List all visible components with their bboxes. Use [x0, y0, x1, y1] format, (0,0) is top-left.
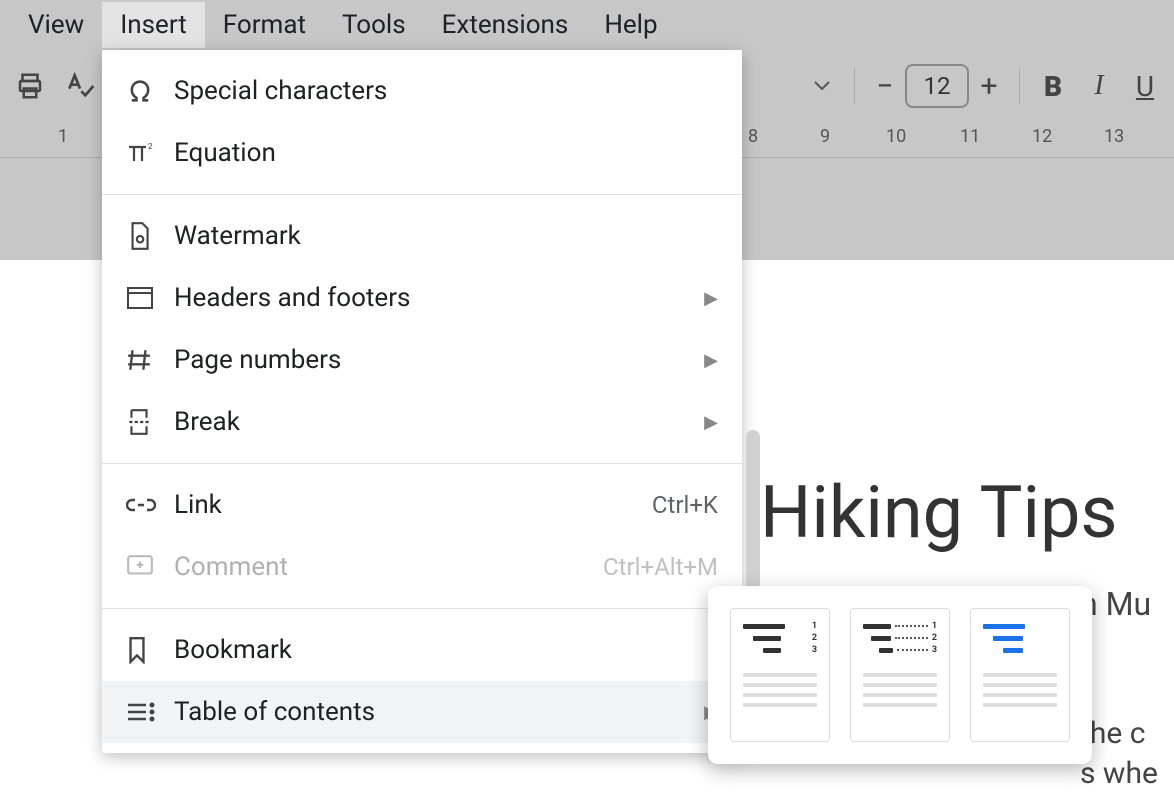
hash-icon	[126, 347, 174, 373]
svg-text:2: 2	[148, 142, 153, 151]
menubar: View Insert Format Tools Extensions Help	[0, 0, 1174, 50]
menu-label: Link	[174, 490, 652, 520]
menu-extensions[interactable]: Extensions	[424, 2, 587, 48]
menu-item-bookmark[interactable]: Bookmark	[102, 619, 742, 681]
separator	[1019, 68, 1020, 104]
menu-item-table-of-contents[interactable]: Table of contents ▶	[102, 681, 742, 743]
menu-insert[interactable]: Insert	[102, 2, 205, 48]
ruler-number: 11	[960, 126, 980, 147]
print-icon[interactable]	[8, 64, 52, 108]
ruler-number: 9	[820, 126, 830, 147]
menu-label: Headers and footers	[174, 283, 704, 313]
font-size-input[interactable]: 12	[905, 64, 969, 108]
link-icon	[126, 495, 174, 515]
submenu-arrow-icon: ▶	[704, 288, 718, 309]
bookmark-icon	[126, 636, 174, 664]
menu-item-break[interactable]: Break ▶	[102, 391, 742, 453]
ruler-number: 13	[1104, 126, 1124, 147]
menu-divider	[102, 608, 742, 609]
document-title-text: Hiking Tips	[760, 470, 1118, 555]
pi-icon: 2	[126, 139, 174, 167]
header-footer-icon	[126, 286, 174, 310]
watermark-icon	[126, 221, 174, 251]
menu-label: Break	[174, 407, 704, 437]
dropdown-caret-icon[interactable]	[800, 64, 844, 108]
menu-divider	[102, 194, 742, 195]
font-size-increase[interactable]: +	[969, 69, 1009, 104]
menu-item-equation[interactable]: 2 Equation	[102, 122, 742, 184]
ruler-number: 10	[886, 126, 906, 147]
menu-item-comment: Comment Ctrl+Alt+M	[102, 536, 742, 598]
menu-item-page-numbers[interactable]: Page numbers ▶	[102, 329, 742, 391]
omega-icon	[126, 77, 174, 105]
menu-item-headers-footers[interactable]: Headers and footers ▶	[102, 267, 742, 329]
dropdown-scrollbar[interactable]	[746, 430, 760, 590]
submenu-arrow-icon: ▶	[704, 350, 718, 371]
submenu-arrow-icon: ▶	[704, 412, 718, 433]
menu-label: Watermark	[174, 221, 718, 251]
menu-divider	[102, 463, 742, 464]
menu-help[interactable]: Help	[586, 2, 675, 48]
separator	[854, 68, 855, 104]
menu-shortcut: Ctrl+K	[652, 491, 718, 519]
menu-item-watermark[interactable]: Watermark	[102, 205, 742, 267]
comment-icon	[126, 554, 174, 580]
menu-label: Special characters	[174, 76, 718, 106]
menu-label: Comment	[174, 552, 603, 582]
toc-option-blue-links[interactable]	[970, 608, 1070, 742]
font-size-decrease[interactable]: −	[865, 69, 905, 104]
document-body-text: s whe	[1080, 756, 1158, 791]
page-break-icon	[126, 408, 174, 436]
bold-button[interactable]: B	[1030, 70, 1076, 103]
menu-tools[interactable]: Tools	[324, 2, 424, 48]
menu-label: Equation	[174, 138, 718, 168]
menu-view[interactable]: View	[10, 2, 102, 48]
insert-menu-dropdown: Special characters 2 Equation Watermark …	[102, 50, 742, 753]
ruler-number: 12	[1032, 126, 1052, 147]
menu-label: Bookmark	[174, 635, 718, 665]
italic-button[interactable]: I	[1076, 70, 1122, 102]
menu-format[interactable]: Format	[205, 2, 324, 48]
toc-icon	[126, 700, 174, 724]
menu-shortcut: Ctrl+Alt+M	[603, 553, 718, 581]
menu-item-special-characters[interactable]: Special characters	[102, 60, 742, 122]
toc-option-plain-numbers[interactable]: 1 2 3	[730, 608, 830, 742]
toc-option-dotted-numbers[interactable]: 1 2 3	[850, 608, 950, 742]
ruler-number: 8	[748, 126, 758, 147]
menu-item-link[interactable]: Link Ctrl+K	[102, 474, 742, 536]
menu-label: Table of contents	[174, 697, 704, 727]
ruler-number: 1	[58, 126, 68, 147]
spellcheck-icon[interactable]	[58, 64, 102, 108]
toc-submenu: 1 2 3 1 2 3	[708, 586, 1092, 764]
menu-label: Page numbers	[174, 345, 704, 375]
underline-button[interactable]: U	[1122, 70, 1168, 103]
